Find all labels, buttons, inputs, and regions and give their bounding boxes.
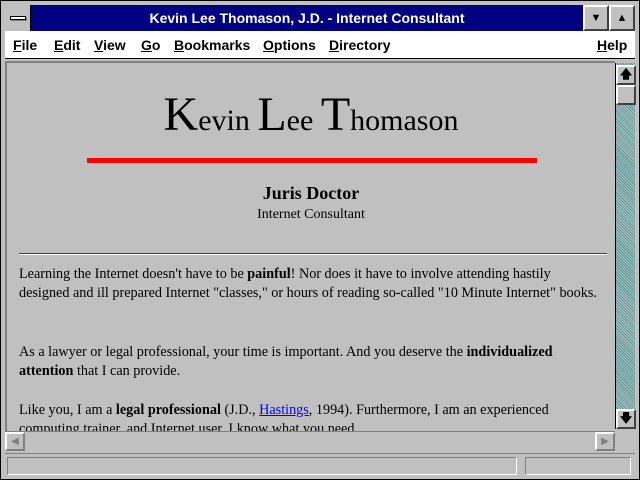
minimize-button[interactable]: ▼ — [583, 5, 609, 31]
scroll-right-button[interactable]: ▶ — [595, 432, 615, 451]
arrow-down-icon: 🡇 — [619, 410, 633, 425]
arrow-up-icon: 🡅 — [619, 66, 633, 81]
minimize-icon: ▼ — [590, 12, 602, 24]
maximize-button[interactable]: ▲ — [609, 5, 635, 31]
arrow-left-icon: ◀ — [11, 436, 19, 447]
menu-bookmarks[interactable]: Bookmarks — [174, 31, 250, 59]
menu-bar: File Edit View Go Bookmarks Options Dire… — [5, 31, 635, 59]
menu-options[interactable]: Options — [263, 31, 316, 59]
page-title: Kevin Lee Thomason — [163, 88, 459, 141]
menu-directory[interactable]: Directory — [329, 31, 390, 59]
scroll-left-button[interactable]: ◀ — [5, 432, 25, 451]
menu-edit[interactable]: Edit — [54, 31, 80, 59]
window-title: Kevin Lee Thomason, J.D. - Internet Cons… — [149, 10, 465, 26]
menu-file[interactable]: File — [13, 31, 37, 59]
scroll-down-button[interactable]: 🡇 — [616, 409, 636, 429]
scroll-up-button[interactable]: 🡅 — [616, 65, 636, 85]
vertical-scrollbar[interactable]: 🡅 🡇 — [615, 63, 636, 429]
hastings-link[interactable]: Hastings — [259, 402, 309, 418]
menu-help[interactable]: Help — [597, 31, 627, 59]
paragraph-attention: As a lawyer or legal professional, your … — [19, 344, 553, 379]
status-bar — [5, 453, 635, 477]
role-subtitle: Internet Consultant — [257, 207, 365, 222]
scrollbar-corner — [615, 431, 635, 451]
system-menu-button[interactable] — [5, 5, 31, 31]
status-text — [7, 457, 517, 475]
arrow-right-icon: ▶ — [601, 436, 609, 447]
degree-heading: Juris Doctor — [262, 183, 360, 203]
progress-indicator — [525, 457, 631, 475]
paragraph-credentials: Like you, I am a legal professional (J.D… — [19, 402, 549, 431]
title-bar: Kevin Lee Thomason, J.D. - Internet Cons… — [5, 5, 635, 31]
maximize-icon: ▲ — [616, 12, 628, 24]
horizontal-scrollbar[interactable]: ◀ ▶ — [5, 431, 615, 451]
menu-view[interactable]: View — [94, 31, 126, 59]
vertical-scroll-thumb[interactable] — [616, 85, 636, 105]
system-menu-icon — [9, 16, 26, 20]
red-divider — [87, 158, 537, 163]
content-viewport: Kevin Lee Thomason Juris Doctor Internet… — [5, 61, 615, 431]
paragraph-intro: Learning the Internet doesn't have to be… — [19, 266, 597, 301]
browser-window: Kevin Lee Thomason, J.D. - Internet Cons… — [0, 0, 640, 480]
horizontal-rule — [19, 253, 607, 255]
menu-go[interactable]: Go — [141, 31, 160, 59]
